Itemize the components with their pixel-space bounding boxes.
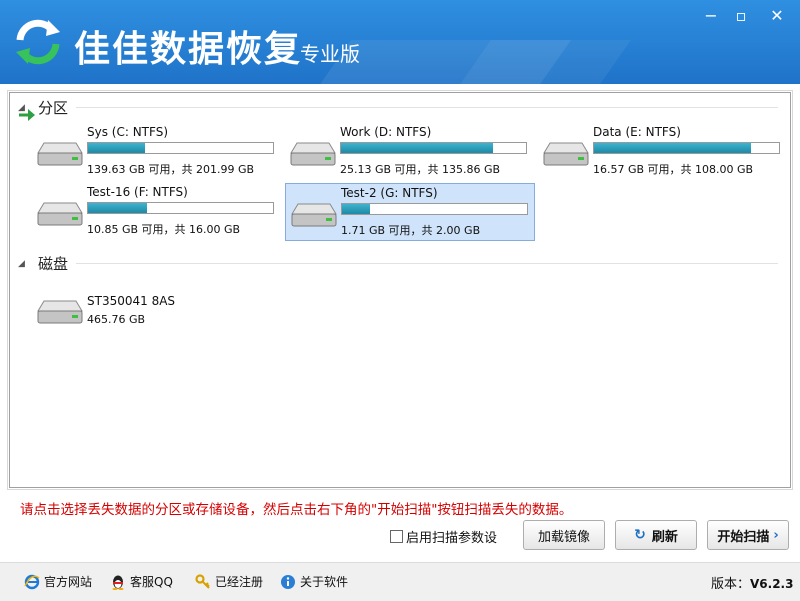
ie-browser-icon xyxy=(24,574,40,589)
support-qq-link[interactable]: 客服QQ xyxy=(110,573,173,590)
refresh-label: 刷新 xyxy=(651,529,678,545)
registered-link[interactable]: 已经注册 xyxy=(195,573,263,590)
scan-params-checkbox[interactable]: 启用扫描参数设 xyxy=(390,527,497,546)
scan-params-label: 启用扫描参数设 xyxy=(406,531,498,546)
disk-tile[interactable]: ST350041 8AS 465.76 GB xyxy=(32,281,282,339)
disk-name: ST350041 8AS xyxy=(87,294,176,308)
instruction-message: 请点击选择丢失数据的分区或存储设备，然后点击右下角的"开始扫描"按钮扫描丢失的数… xyxy=(20,502,573,518)
collapse-triangle-icon[interactable]: ◢ xyxy=(18,259,38,269)
app-logo-icon xyxy=(16,19,60,65)
maximize-icon: ▫ xyxy=(735,5,747,25)
section-divider xyxy=(76,263,778,264)
hard-drive-icon xyxy=(37,202,83,226)
info-icon xyxy=(281,574,295,589)
disk-section-label: 磁盘 xyxy=(38,255,69,273)
website-label: 官方网站 xyxy=(44,575,93,589)
key-icon xyxy=(195,573,210,589)
hard-drive-icon xyxy=(37,142,83,166)
partition-name: Work (D: NTFS) xyxy=(340,125,432,139)
support-label: 客服QQ xyxy=(130,575,173,589)
minimize-icon: − xyxy=(704,5,718,25)
partition-info: 1.71 GB 可用，共 2.00 GB xyxy=(341,224,481,237)
version-label: 版本： xyxy=(711,577,751,592)
hard-drive-icon xyxy=(290,142,336,166)
usage-bar xyxy=(593,142,780,154)
partition-info: 16.57 GB 可用，共 108.00 GB xyxy=(593,163,754,176)
usage-fill xyxy=(88,143,146,153)
refresh-button[interactable]: ↻ 刷新 xyxy=(615,520,697,550)
partition-tile-f[interactable]: Test-16 (F: NTFS) 10.85 GB 可用，共 16.00 GB xyxy=(32,183,282,241)
disk-section-header[interactable]: ◢ 磁盘 xyxy=(18,253,778,274)
usage-bar xyxy=(341,203,528,215)
device-panel: ◢ 分区 Sys (C: NTFS) 139.63 GB 可用，共 201.99… xyxy=(7,90,793,490)
chevron-right-icon: › xyxy=(773,527,779,543)
load-image-label: 加载镜像 xyxy=(537,529,590,545)
partition-section-header[interactable]: ◢ 分区 xyxy=(18,97,778,118)
partition-section-label: 分区 xyxy=(38,99,69,117)
about-link[interactable]: 关于软件 xyxy=(280,573,348,590)
arrow-right-icon xyxy=(19,109,35,121)
partition-tile-c[interactable]: Sys (C: NTFS) 139.63 GB 可用，共 201.99 GB xyxy=(32,123,282,181)
partition-name: Sys (C: NTFS) xyxy=(87,125,168,139)
checkbox-box[interactable] xyxy=(390,530,403,543)
close-icon: ✕ xyxy=(770,5,784,25)
maximize-button[interactable]: ▫ xyxy=(726,2,756,28)
usage-fill xyxy=(88,203,148,213)
start-scan-button[interactable]: 开始扫描 › xyxy=(707,520,789,550)
website-link[interactable]: 官方网站 xyxy=(24,573,92,590)
version-number: V6.2.3 xyxy=(750,577,794,591)
minimize-button[interactable]: − xyxy=(696,2,726,28)
app-title: 佳佳数据恢复 xyxy=(74,29,303,70)
title-bar: 佳佳数据恢复 专业版 − ▫ ✕ xyxy=(0,0,800,84)
refresh-icon: ↻ xyxy=(634,527,646,543)
disk-size: 465.76 GB xyxy=(87,313,146,326)
partition-info: 139.63 GB 可用，共 201.99 GB xyxy=(87,163,255,176)
usage-bar xyxy=(340,142,527,154)
close-button[interactable]: ✕ xyxy=(762,2,792,28)
partition-name: Test-2 (G: NTFS) xyxy=(341,186,438,200)
hard-drive-icon xyxy=(291,203,337,227)
usage-fill xyxy=(594,143,752,153)
hard-drive-icon xyxy=(37,300,83,324)
partition-info: 25.13 GB 可用，共 135.86 GB xyxy=(340,163,501,176)
version-info: 版本：V6.2.3 xyxy=(711,573,793,592)
footer-bar: 官方网站 客服QQ 已经注册 关于软件 版本：V6.2.3 xyxy=(0,562,800,601)
partition-name: Data (E: NTFS) xyxy=(593,125,681,139)
hard-drive-icon xyxy=(543,142,589,166)
partition-tile-g[interactable]: Test-2 (G: NTFS) 1.71 GB 可用，共 2.00 GB xyxy=(285,183,535,241)
partition-name: Test-16 (F: NTFS) xyxy=(87,185,188,199)
start-scan-label: 开始扫描 xyxy=(717,529,770,545)
usage-fill xyxy=(341,143,493,153)
usage-fill xyxy=(342,204,370,214)
section-divider xyxy=(76,107,778,108)
load-image-button[interactable]: 加载镜像 xyxy=(523,520,605,550)
registered-label: 已经注册 xyxy=(215,575,264,589)
partition-tile-d[interactable]: Work (D: NTFS) 25.13 GB 可用，共 135.86 GB xyxy=(285,123,535,181)
usage-bar xyxy=(87,202,274,214)
partition-tile-e[interactable]: Data (E: NTFS) 16.57 GB 可用，共 108.00 GB xyxy=(538,123,788,181)
usage-bar xyxy=(87,142,274,154)
partition-info: 10.85 GB 可用，共 16.00 GB xyxy=(87,223,241,236)
about-label: 关于软件 xyxy=(300,575,349,589)
qq-penguin-icon xyxy=(112,575,124,590)
app-edition: 专业版 xyxy=(300,42,360,66)
